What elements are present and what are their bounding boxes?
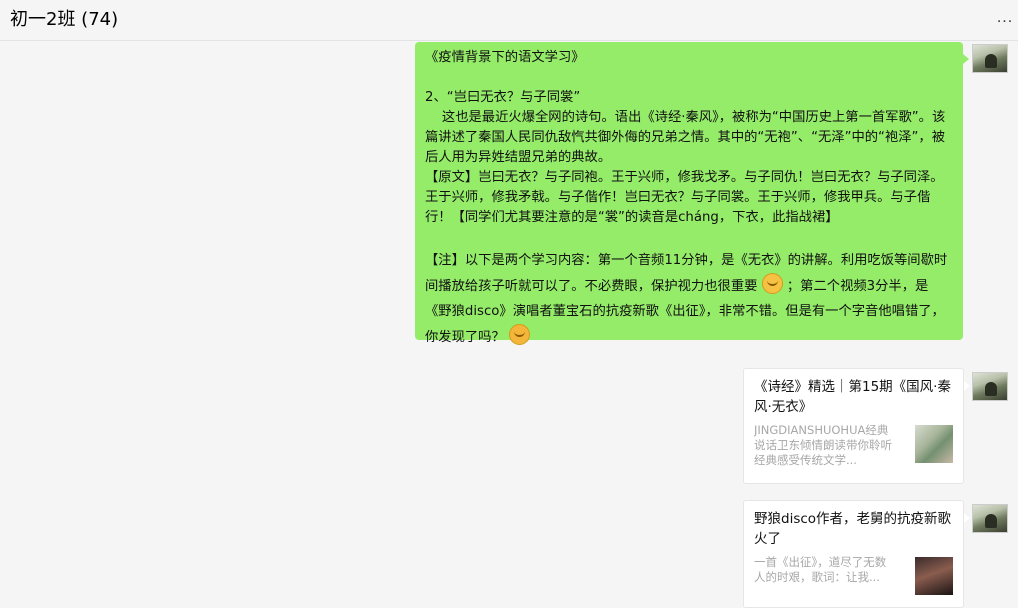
shared-article-card[interactable]: 野狼disco作者，老舅的抗疫新歌火了 一首《出征》，道尽了无数人的时艰，歌词：… xyxy=(743,500,970,608)
card-body: JINGDIANSHUOHUA经典说话卫东倾情朗读带你聆听经典感受传统文学... xyxy=(754,423,953,471)
thinking-emoji-icon xyxy=(509,324,531,345)
message-paragraph-1: 2、“岂曰无衣？与子同裳” 这也是最近火爆全网的诗句。语出《诗经·秦风》，被称为… xyxy=(425,90,946,165)
card-title: 野狼disco作者，老舅的抗疫新歌火了 xyxy=(754,511,952,547)
sender-avatar[interactable] xyxy=(972,372,1008,401)
message-heading: 《疫情背景下的语文学习》 xyxy=(425,50,585,65)
smile-emoji-icon xyxy=(761,273,783,294)
more-options-button[interactable]: ... xyxy=(992,8,1018,28)
shared-article-card[interactable]: 《诗经》精选｜第15期《国风·秦风·无衣》 JINGDIANSHUOHUA经典说… xyxy=(743,368,970,484)
card-thumbnail xyxy=(915,425,953,463)
card-description: JINGDIANSHUOHUA经典说话卫东倾情朗读带你聆听经典感受传统文学... xyxy=(754,423,892,467)
chat-header: 初一2班 (74) ... xyxy=(0,0,1018,41)
message-paragraph-3: 【注】以下是两个学习内容：第一个音频11分钟，是《无衣》的讲解。利用吃饭等间歇时… xyxy=(425,248,953,350)
message-paragraph-2: 【原文】岂曰无衣？与子同袍。王于兴师，修我戈矛。与子同仇！岂曰无衣？与子同泽。王… xyxy=(425,170,944,225)
card-description: 一首《出征》，道尽了无数人的时艰，歌词：让我... xyxy=(754,555,887,584)
card-thumbnail xyxy=(915,557,953,595)
card-body: 一首《出征》，道尽了无数人的时艰，歌词：让我... xyxy=(754,555,953,603)
sender-avatar[interactable] xyxy=(972,504,1008,533)
sender-avatar[interactable] xyxy=(972,44,1008,73)
chat-title: 初一2班 (74) xyxy=(10,9,119,30)
card-title: 《诗经》精选｜第15期《国风·秦风·无衣》 xyxy=(754,379,951,415)
message-bubble[interactable]: 《疫情背景下的语文学习》 2、“岂曰无衣？与子同裳” 这也是最近火爆全网的诗句。… xyxy=(415,42,969,345)
